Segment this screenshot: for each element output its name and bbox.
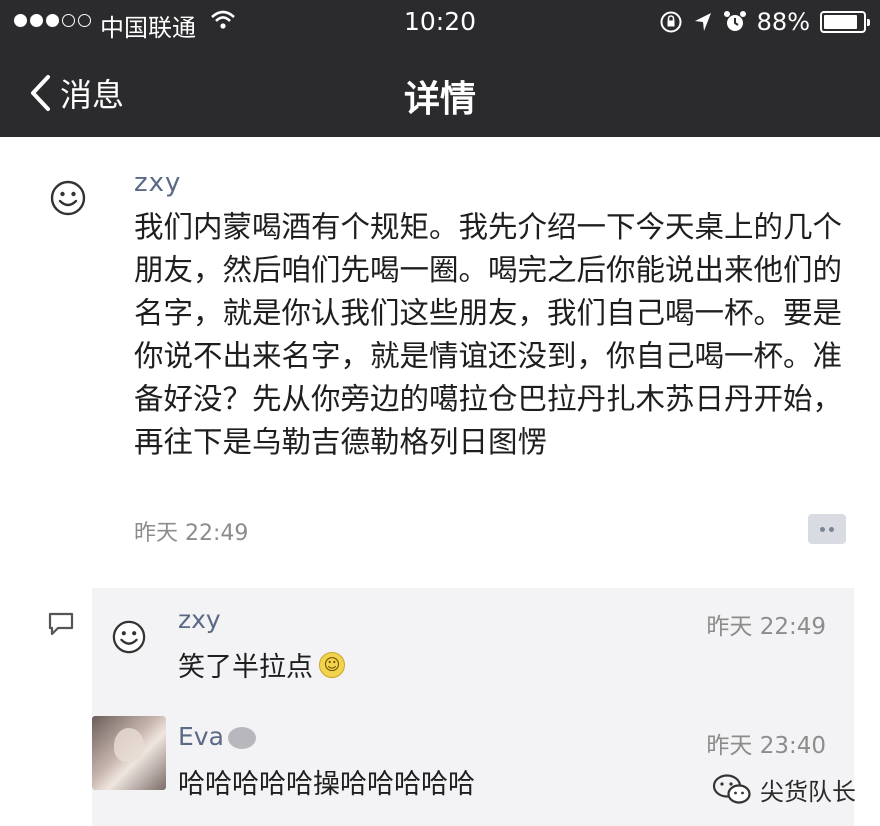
comment-author-name: Eva <box>178 722 224 751</box>
location-icon <box>694 13 711 31</box>
wechat-icon <box>712 773 751 804</box>
smiley-icon[interactable] <box>50 180 86 216</box>
emoji-icon <box>227 727 256 749</box>
top-bar: 中国联通 10:20 88% 消息 详情 <box>0 0 880 137</box>
comment-text: 笑了半拉点 <box>178 652 313 683</box>
comment-button[interactable] <box>808 514 846 544</box>
post-author[interactable]: zxy <box>134 168 181 198</box>
comment-icon <box>48 612 74 636</box>
battery-fill <box>824 15 858 29</box>
alarm-icon <box>723 11 746 31</box>
rotation-lock-icon <box>660 11 682 33</box>
nav-bar: 消息 详情 <box>0 44 880 137</box>
comment-time: 昨天 22:49 <box>706 614 826 640</box>
post-text: 我们内蒙喝酒有个规矩。我先介绍一下今天桌上的几个朋友，然后咱们先喝一圈。喝完之后… <box>134 210 843 459</box>
comment-text: 哈哈哈哈哈操哈哈哈哈哈 <box>178 769 475 800</box>
battery-percent: 88% <box>756 8 810 36</box>
battery-icon <box>820 11 870 33</box>
comment-time: 昨天 23:40 <box>706 733 826 759</box>
comment-author[interactable]: Eva <box>178 722 256 751</box>
watermark: 尖货队长 <box>712 772 856 807</box>
page-title: 详情 <box>403 79 476 120</box>
status-bar: 中国联通 10:20 88% <box>0 0 880 44</box>
post-time: 昨天 22:49 <box>134 521 249 546</box>
photo-avatar[interactable] <box>92 716 166 790</box>
comment-author[interactable]: zxy <box>178 605 221 634</box>
comment-text-row: 笑了半拉点 ☺ <box>178 645 345 684</box>
grin-emoji-icon: ☺ <box>319 651 345 678</box>
watermark-text: 尖货队长 <box>760 778 856 806</box>
smiley-icon[interactable] <box>112 620 146 654</box>
